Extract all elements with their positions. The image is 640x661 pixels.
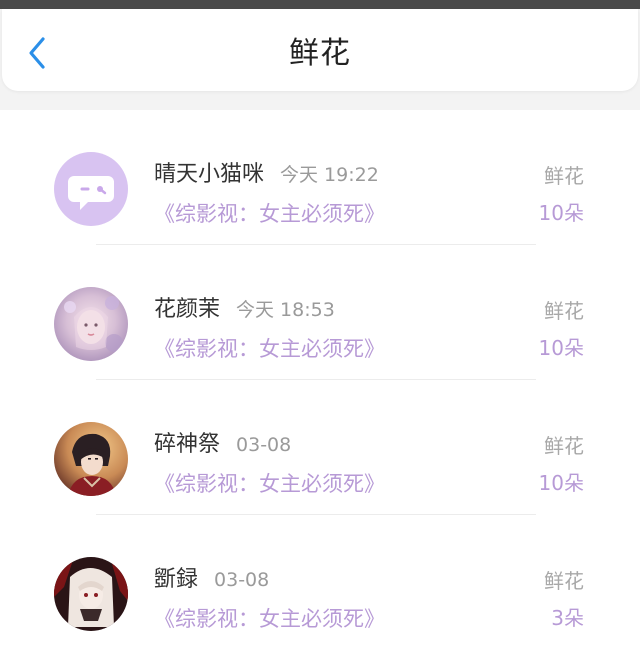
book-title[interactable]: 《综影视：女主必须死》 xyxy=(154,468,385,498)
gift-count: 10朵 xyxy=(538,201,584,225)
gift-label: 鲜花 xyxy=(544,299,584,323)
timestamp: 03-08 xyxy=(236,434,292,456)
gift-record-list: 晴天小猫咪 今天 19:22 《综影视：女主必须死》 鲜花 10朵 花颜茉 今天… xyxy=(0,110,640,661)
name-line: 花颜茉 今天 18:53 xyxy=(154,291,335,323)
gift-label: 鲜花 xyxy=(544,434,584,458)
list-item[interactable]: 斵録 03-08 《综影视：女主必须死》 鲜花 3朵 xyxy=(0,515,640,650)
gift-count: 10朵 xyxy=(538,471,584,495)
timestamp: 今天 18:53 xyxy=(236,299,335,321)
gift-label: 鲜花 xyxy=(544,164,584,188)
book-title[interactable]: 《综影视：女主必须死》 xyxy=(154,333,385,363)
timestamp: 03-08 xyxy=(214,569,270,591)
user-name[interactable]: 晴天小猫咪 xyxy=(154,156,264,188)
name-line: 碎神祭 03-08 xyxy=(154,426,291,458)
user-avatar[interactable] xyxy=(54,422,128,496)
user-avatar[interactable] xyxy=(54,287,128,361)
book-title[interactable]: 《综影视：女主必须死》 xyxy=(154,198,385,228)
gift-count: 3朵 xyxy=(551,606,584,630)
user-name[interactable]: 斵録 xyxy=(154,561,198,593)
list-item[interactable]: 花颜茉 今天 18:53 《综影视：女主必须死》 鲜花 10朵 xyxy=(0,245,640,380)
user-name[interactable]: 碎神祭 xyxy=(154,426,220,458)
default-chat-avatar-icon[interactable] xyxy=(54,152,128,226)
name-line: 斵録 03-08 xyxy=(154,561,269,593)
back-button[interactable] xyxy=(20,33,54,73)
user-avatar[interactable] xyxy=(54,557,128,631)
gift-label: 鲜花 xyxy=(544,569,584,593)
list-item[interactable]: 碎神祭 03-08 《综影视：女主必须死》 鲜花 10朵 xyxy=(0,380,640,515)
header-bar: 鲜花 xyxy=(2,9,638,91)
status-bar-strip xyxy=(0,0,640,9)
page-title: 鲜花 xyxy=(289,36,351,71)
gift-count: 10朵 xyxy=(538,336,584,360)
chevron-left-icon xyxy=(29,37,45,69)
name-line: 晴天小猫咪 今天 19:22 xyxy=(154,156,379,188)
list-item[interactable]: 晴天小猫咪 今天 19:22 《综影视：女主必须死》 鲜花 10朵 xyxy=(0,110,640,245)
user-name[interactable]: 花颜茉 xyxy=(154,291,220,323)
book-title[interactable]: 《综影视：女主必须死》 xyxy=(154,603,385,633)
timestamp: 今天 19:22 xyxy=(280,164,379,186)
